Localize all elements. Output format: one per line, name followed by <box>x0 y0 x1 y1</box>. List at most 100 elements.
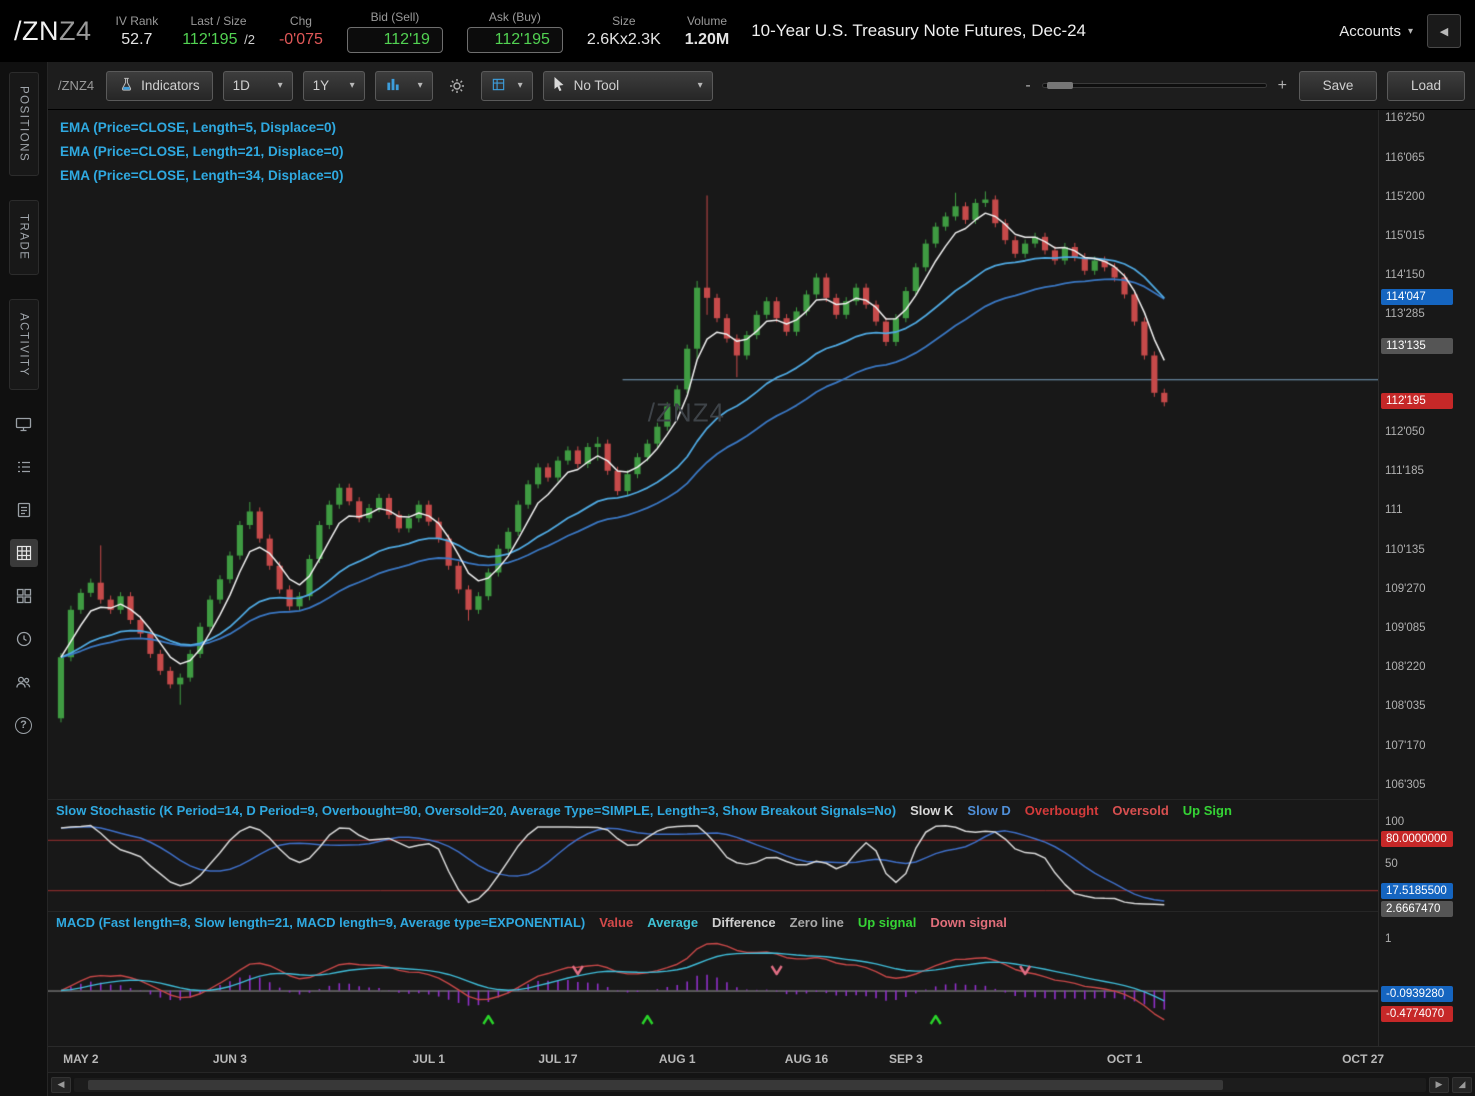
zoom-control: - + <box>1023 77 1289 95</box>
ema-study-label-0[interactable]: EMA (Price=CLOSE, Length=5, Displace=0) <box>60 120 343 135</box>
macd-label-row: MACD (Fast length=8, Slow length=21, MAC… <box>56 915 1376 930</box>
legend-item-down-signal: Down signal <box>930 915 1007 930</box>
axis-badge: 113'135 <box>1381 338 1453 354</box>
scroll-right-button[interactable]: ▶ <box>1429 1077 1449 1093</box>
chart-toolbar: /ZNZ4 Indicators 1D ▾ 1Y ▾ ▾ <box>48 62 1475 110</box>
help-icon[interactable]: ? <box>10 711 38 739</box>
compare-grid-icon <box>491 77 506 95</box>
legend-item-up-signal: Up signal <box>858 915 917 930</box>
candlestick-chart-icon <box>385 77 401 95</box>
zoom-slider[interactable] <box>1042 83 1267 88</box>
time-axis-label-aug-16: AUG 16 <box>785 1052 828 1066</box>
ema-study-label-1[interactable]: EMA (Price=CLOSE, Length=21, Displace=0) <box>60 144 343 159</box>
stochastic-canvas[interactable] <box>48 820 1378 910</box>
legend-item-overbought: Overbought <box>1025 803 1099 818</box>
main-chart-panel: EMA (Price=CLOSE, Length=5, Displace=0) E… <box>48 110 1378 800</box>
sidebar-tab-activity[interactable]: ACTIVITY <box>9 299 39 391</box>
time-axis-label-jun-3: JUN 3 <box>213 1052 247 1066</box>
header-field-iv-rank: IV Rank52.7 <box>116 14 159 49</box>
axis-tick: 108'220 <box>1385 661 1426 673</box>
axis-tick: 100 <box>1385 816 1404 828</box>
axis-tick: 109'085 <box>1385 622 1426 634</box>
axis-tick: 1 <box>1385 933 1391 945</box>
legend-item-up-sign: Up Sign <box>1183 803 1232 818</box>
stochastic-panel: Slow Stochastic (K Period=14, D Period=9… <box>48 800 1378 912</box>
axis-tick: 108'035 <box>1385 700 1426 712</box>
scrollbar-corner-button[interactable]: ◢ <box>1452 1077 1472 1093</box>
chart-icon[interactable] <box>10 539 38 567</box>
chart-settings-gear-icon[interactable] <box>443 71 471 101</box>
grid-icon[interactable] <box>10 582 38 610</box>
list-icon[interactable] <box>10 453 38 481</box>
axis-tick: 115'200 <box>1385 191 1425 203</box>
time-axis-label-oct-1: OCT 1 <box>1107 1052 1142 1066</box>
scrollbar-track[interactable] <box>74 1078 1426 1092</box>
chart-region: /ZNZ4 Indicators 1D ▾ 1Y ▾ ▾ <box>48 62 1475 1096</box>
chevron-down-icon: ▾ <box>698 80 703 91</box>
people-icon[interactable] <box>10 668 38 696</box>
drawing-tool-select[interactable]: No Tool ▾ <box>543 71 713 101</box>
scroll-left-button[interactable]: ◀ <box>51 1077 71 1093</box>
quote-label-iv-rank: IV Rank <box>116 14 159 28</box>
clock-icon[interactable] <box>10 625 38 653</box>
price-chart-canvas[interactable] <box>48 110 1378 799</box>
accounts-dropdown[interactable]: Accounts ▾ <box>1339 23 1413 40</box>
header-field-volume: Volume1.20M <box>685 14 729 49</box>
flask-icon <box>119 77 134 95</box>
axis-tick: 113'285 <box>1385 308 1425 320</box>
legend-item-zero-line: Zero line <box>790 915 844 930</box>
macd-study-label[interactable]: MACD (Fast length=8, Slow length=21, MAC… <box>56 915 585 930</box>
accounts-label: Accounts <box>1339 23 1401 40</box>
quote-value-chg: -0'075 <box>279 31 323 49</box>
macd-legend: ValueAverageDifferenceZero lineUp signal… <box>599 915 1007 930</box>
scrollbar-thumb[interactable] <box>88 1080 1224 1090</box>
arrow-left-icon: ◀ <box>58 1079 65 1090</box>
macd-panel: MACD (Fast length=8, Slow length=21, MAC… <box>48 912 1378 1046</box>
chart-style-select[interactable]: ▾ <box>481 71 533 101</box>
zoom-out-button[interactable]: - <box>1023 77 1032 95</box>
question-mark-glyph: ? <box>15 717 32 734</box>
axis-badge: 17.5185500 <box>1381 883 1453 899</box>
time-axis-label-may-2: MAY 2 <box>63 1052 98 1066</box>
legend-item-average: Average <box>647 915 698 930</box>
chevron-down-icon: ▾ <box>1408 26 1413 37</box>
sidebar-tabs: POSITIONS TRADE ACTIVITY <box>9 72 39 390</box>
ema-study-label-2[interactable]: EMA (Price=CLOSE, Length=34, Displace=0) <box>60 168 343 183</box>
sidebar-tab-trade[interactable]: TRADE <box>9 200 39 274</box>
range-select[interactable]: 1Y ▾ <box>303 71 365 101</box>
tasks-icon[interactable] <box>10 496 38 524</box>
sidebar-icons: ? <box>10 410 38 739</box>
macd-canvas[interactable] <box>48 932 1378 1044</box>
timeframe-select[interactable]: 1D ▾ <box>223 71 293 101</box>
chart-type-select[interactable]: ▾ <box>375 71 433 101</box>
load-button[interactable]: Load <box>1387 71 1465 101</box>
quote-label-ask-buy: Ask (Buy) <box>489 10 541 24</box>
header-field-chg: Chg-0'075 <box>279 14 323 49</box>
axis-tick: 111 <box>1385 504 1402 516</box>
price-axis: 116'250116'065115'200115'015114'150113'2… <box>1378 110 1475 1046</box>
quote-value-last-size: 112'195 /2 <box>182 31 255 49</box>
main-area: POSITIONS TRADE ACTIVITY ? /ZNZ4 Indicator… <box>0 62 1475 1096</box>
legend-item-slow-d: Slow D <box>967 803 1010 818</box>
tv-icon[interactable] <box>10 410 38 438</box>
axis-badge: 114'047 <box>1381 289 1453 305</box>
cursor-icon <box>553 77 566 95</box>
quote-label-last-size: Last / Size <box>191 14 247 28</box>
chart-stack: EMA (Price=CLOSE, Length=5, Displace=0) E… <box>48 110 1378 1096</box>
collapse-panel-button[interactable]: ◀ <box>1427 14 1461 48</box>
indicators-button[interactable]: Indicators <box>106 71 213 101</box>
chevron-down-icon: ▾ <box>418 80 423 91</box>
axis-tick: 107'170 <box>1385 740 1426 752</box>
zoom-slider-thumb[interactable] <box>1047 82 1073 89</box>
quote-label-size: Size <box>612 14 635 28</box>
quote-value-volume: 1.20M <box>685 31 729 49</box>
zoom-in-button[interactable]: + <box>1276 77 1289 95</box>
quote-value-bid-sell[interactable]: 112'19 <box>347 27 443 53</box>
stochastic-study-label[interactable]: Slow Stochastic (K Period=14, D Period=9… <box>56 803 896 818</box>
header-field-last-size: Last / Size 112'195 /2 <box>182 14 255 49</box>
quote-value-ask-buy[interactable]: 112'195 <box>467 27 563 53</box>
axis-badge: 80.0000000 <box>1381 831 1453 847</box>
quote-value-suffix: /2 <box>240 32 254 47</box>
sidebar-tab-positions[interactable]: POSITIONS <box>9 72 39 176</box>
save-button[interactable]: Save <box>1299 71 1377 101</box>
